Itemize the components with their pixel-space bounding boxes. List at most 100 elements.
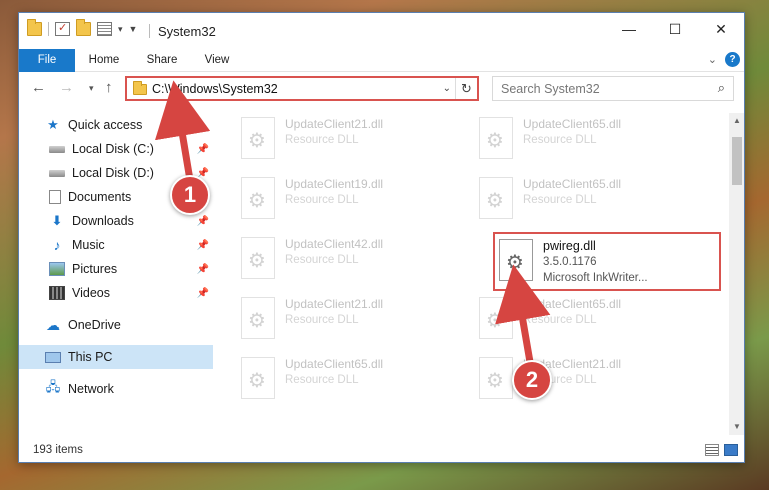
navigation-pane: ★ Quick access Local Disk (C:) 📌 Local D… [19, 113, 213, 435]
file-list: UpdateClient21.dll Resource DLL UpdateCl… [231, 113, 728, 435]
close-button[interactable]: ✕ [698, 13, 744, 45]
recent-locations-icon[interactable]: ▾ [89, 83, 94, 94]
dll-file-icon [241, 117, 275, 159]
file-item[interactable]: UpdateClient65.dll Resource DLL [479, 113, 709, 165]
sidebar-item-label: Network [68, 382, 114, 396]
file-item[interactable]: UpdateClient42.dll Resource DLL [241, 233, 471, 285]
scroll-thumb[interactable] [732, 137, 742, 185]
file-name: UpdateClient65.dll [523, 177, 622, 191]
view-toggle [705, 444, 738, 456]
folder-icon[interactable] [27, 19, 42, 36]
pin-icon: 📌 [196, 143, 209, 155]
sidebar-item-label: Documents [68, 190, 132, 204]
dll-file-icon [241, 177, 275, 219]
details-view-icon[interactable] [705, 444, 719, 456]
expand-ribbon-icon[interactable]: ⌄ [708, 53, 717, 66]
highlight-box [493, 232, 721, 291]
customize-icon[interactable] [97, 22, 112, 36]
dll-file-icon [241, 357, 275, 399]
sidebar-item-videos[interactable]: Videos 📌 [19, 281, 213, 305]
music-icon: ♪ [53, 237, 61, 253]
scroll-down-icon[interactable]: ▼ [729, 419, 744, 435]
address-path[interactable]: C:\Windows\System32 [152, 82, 278, 96]
tab-home[interactable]: Home [75, 49, 133, 72]
sidebar-item-network[interactable]: 🖧 Network [19, 377, 213, 401]
file-name: UpdateClient65.dll [285, 357, 384, 371]
computer-icon [45, 351, 61, 363]
pin-icon: 📌 [196, 287, 209, 299]
network-icon: 🖧 [45, 379, 61, 394]
drive-icon [49, 169, 65, 177]
maximize-button[interactable]: ☐ [652, 13, 698, 45]
tab-file[interactable]: File [19, 49, 75, 72]
pin-icon: 📌 [196, 215, 209, 227]
sidebar-item-music[interactable]: ♪ Music 📌 [19, 233, 213, 257]
sidebar-item-label: OneDrive [68, 318, 121, 332]
file-item[interactable]: UpdateClient21.dll Resource DLL [241, 113, 471, 165]
tab-view[interactable]: View [195, 49, 239, 72]
file-description: Resource DLL [523, 314, 597, 326]
dll-file-icon [479, 357, 513, 399]
sidebar-item-this-pc[interactable]: This PC [19, 345, 213, 369]
file-item[interactable]: UpdateClient65.dll Resource DLL [479, 173, 709, 225]
sidebar-item-onedrive[interactable]: ☁ OneDrive [19, 313, 213, 337]
refresh-icon[interactable]: ↻ [455, 78, 477, 99]
sidebar-item-label: Quick access [68, 118, 143, 132]
download-icon: ⬇ [51, 213, 63, 228]
search-input[interactable]: Search System32 [501, 82, 600, 96]
search-icon[interactable]: ⌕ [718, 80, 725, 96]
folder-icon [133, 81, 147, 95]
navigation-bar: ← → ▾ ↑ C:\Windows\System32 ⌄ ↻ Search S… [19, 72, 744, 105]
file-description: Resource DLL [523, 134, 597, 146]
file-description: Resource DLL [285, 134, 359, 146]
file-item[interactable]: UpdateClient65.dll Resource DLL [241, 353, 471, 405]
pin-icon: 📌 [196, 263, 209, 275]
file-name: UpdateClient65.dll [523, 297, 622, 311]
sidebar-item-label: Local Disk (C:) [72, 142, 154, 156]
sidebar-item-local-disk-c[interactable]: Local Disk (C:) 📌 [19, 137, 213, 161]
file-description: Resource DLL [285, 374, 359, 386]
dll-file-icon [241, 237, 275, 279]
file-description: Resource DLL [285, 314, 359, 326]
search-box[interactable]: Search System32 ⌕ [492, 76, 734, 101]
file-description: Resource DLL [523, 194, 597, 206]
qat-dropdown-icon[interactable]: ▼ [129, 24, 138, 34]
file-name: UpdateClient21.dll [285, 117, 384, 131]
star-icon: ★ [47, 117, 59, 132]
sidebar-item-quick-access[interactable]: ★ Quick access [19, 113, 213, 137]
tiles-view-icon[interactable] [724, 444, 738, 456]
file-item[interactable]: UpdateClient21.dll Resource DLL [241, 293, 471, 345]
scroll-up-icon[interactable]: ▲ [729, 113, 744, 129]
address-dropdown-icon[interactable]: ⌄ [443, 83, 451, 94]
back-arrow-icon[interactable]: ← [31, 79, 46, 96]
vertical-scrollbar[interactable]: ▲ ▼ [729, 113, 744, 435]
sidebar-item-label: Pictures [72, 262, 118, 276]
file-name: UpdateClient42.dll [285, 237, 384, 251]
file-name: UpdateClient19.dll [285, 177, 384, 191]
minimize-button[interactable]: — [606, 13, 652, 45]
properties-check-icon[interactable] [55, 21, 70, 36]
sidebar-item-label: Videos [72, 286, 110, 300]
file-item[interactable]: UpdateClient65.dll Resource DLL [479, 293, 709, 345]
pictures-icon [49, 262, 65, 276]
sidebar-item-label: This PC [68, 350, 113, 364]
cloud-icon: ☁ [46, 316, 60, 333]
tab-share[interactable]: Share [139, 49, 185, 72]
forward-arrow-icon[interactable]: → [59, 79, 74, 96]
ribbon-right-controls: ⌄ ? [708, 52, 740, 67]
new-folder-icon[interactable] [76, 19, 91, 36]
sidebar-item-pictures[interactable]: Pictures 📌 [19, 257, 213, 281]
title-separator [149, 24, 150, 38]
pin-icon: 📌 [196, 239, 209, 251]
dll-file-icon [479, 117, 513, 159]
sidebar-item-label: Downloads [72, 214, 134, 228]
chevron-down-icon[interactable]: ▾ [118, 24, 123, 35]
up-arrow-icon[interactable]: ↑ [105, 79, 113, 96]
item-count: 193 items [33, 444, 83, 456]
help-icon[interactable]: ? [725, 52, 740, 67]
address-bar[interactable]: C:\Windows\System32 ⌄ ↻ [125, 76, 479, 101]
file-item[interactable]: UpdateClient19.dll Resource DLL [241, 173, 471, 225]
documents-icon [49, 190, 61, 204]
step-2-badge: 2 [512, 360, 552, 400]
quick-access-toolbar: ▾ ▼ [27, 19, 138, 36]
